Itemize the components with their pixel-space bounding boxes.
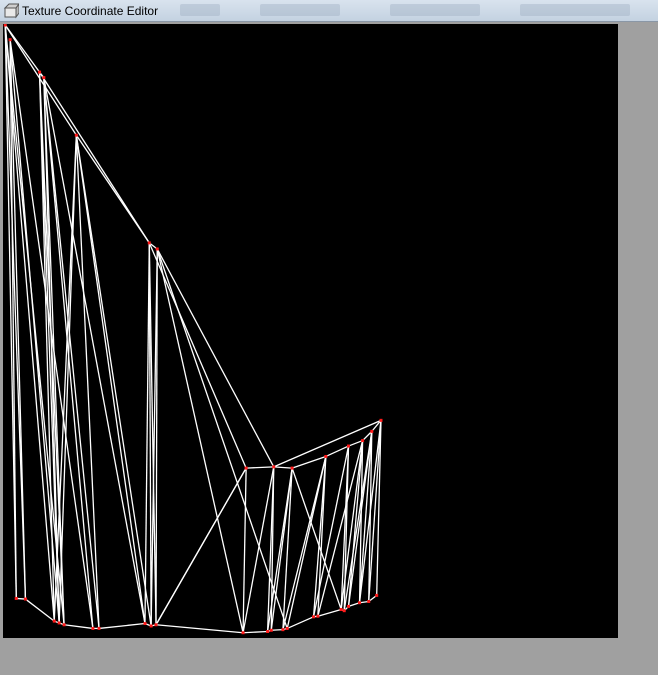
mesh-edge	[246, 466, 274, 469]
uv-vertex[interactable]	[285, 626, 289, 630]
uv-vertex[interactable]	[347, 444, 351, 448]
mesh-edge	[325, 445, 349, 458]
uv-canvas[interactable]	[3, 24, 618, 638]
uv-vertex[interactable]	[23, 597, 27, 601]
uv-vertex[interactable]	[154, 623, 158, 627]
background-window-ghost	[180, 4, 220, 16]
uv-vertex[interactable]	[316, 614, 320, 618]
mesh-edge	[282, 468, 293, 630]
uv-vertex[interactable]	[8, 38, 12, 42]
uv-vertex[interactable]	[342, 609, 346, 613]
uv-vertex[interactable]	[379, 418, 383, 422]
uv-mesh-view[interactable]	[3, 24, 618, 638]
uv-vertex[interactable]	[3, 24, 7, 27]
uv-vertex[interactable]	[339, 607, 343, 611]
mesh-edge	[75, 135, 146, 624]
mesh-edge	[4, 24, 65, 625]
mesh-edge	[317, 608, 342, 617]
mesh-edge	[98, 622, 146, 630]
uv-vertex[interactable]	[147, 241, 151, 245]
uv-vertex[interactable]	[272, 465, 276, 469]
window-title: Texture Coordinate Editor	[22, 4, 159, 18]
mesh-edge	[25, 598, 55, 622]
mesh-edge	[156, 248, 275, 468]
mesh-edge	[286, 616, 314, 630]
title-bar[interactable]: Texture Coordinate Editor	[0, 0, 658, 22]
editor-client-area	[0, 22, 658, 675]
mesh-edge	[63, 624, 93, 630]
uv-vertex[interactable]	[266, 629, 270, 633]
uv-vertex[interactable]	[361, 439, 365, 443]
mesh-edges	[4, 24, 382, 634]
uv-vertex[interactable]	[42, 76, 46, 80]
background-window-ghost	[390, 4, 480, 16]
mesh-edge	[271, 629, 283, 631]
mesh-edge	[242, 468, 247, 633]
mesh-edge	[273, 466, 293, 469]
mesh-edge	[156, 248, 288, 629]
uv-vertex[interactable]	[244, 466, 248, 470]
mesh-edge	[286, 456, 327, 629]
background-window-ghost	[260, 4, 340, 16]
mesh-edge	[156, 248, 244, 633]
uv-vertex[interactable]	[290, 466, 294, 470]
uv-vertex[interactable]	[324, 454, 328, 458]
uv-vertex[interactable]	[370, 429, 374, 433]
mesh-edge	[291, 455, 327, 469]
uv-vertex[interactable]	[52, 619, 56, 623]
uv-vertex[interactable]	[97, 626, 101, 630]
uv-vertex[interactable]	[241, 631, 245, 635]
uv-vertex[interactable]	[312, 615, 316, 619]
background-window-ghost	[520, 4, 630, 16]
mesh-edge	[155, 467, 247, 626]
mesh-edge	[348, 439, 363, 447]
mesh-edge	[243, 630, 268, 634]
uv-vertex[interactable]	[74, 133, 78, 137]
uv-vertex[interactable]	[91, 626, 95, 630]
mesh-edge	[144, 242, 150, 624]
uv-vertex[interactable]	[347, 604, 351, 608]
mesh-edge	[348, 602, 360, 608]
mesh-edge	[155, 624, 244, 634]
mesh-edge	[291, 467, 342, 610]
mesh-edge	[273, 419, 382, 468]
uv-vertex[interactable]	[155, 247, 159, 251]
uv-vertex[interactable]	[375, 593, 379, 597]
uv-vertex[interactable]	[367, 600, 371, 604]
uv-vertex[interactable]	[62, 623, 66, 627]
uv-vertex[interactable]	[57, 621, 61, 625]
uv-vertex[interactable]	[38, 70, 42, 74]
uv-vertex[interactable]	[269, 628, 273, 632]
app-icon	[3, 3, 19, 19]
uv-vertex[interactable]	[281, 628, 285, 632]
mesh-edge	[242, 466, 275, 633]
uv-vertex[interactable]	[14, 596, 18, 600]
uv-vertex[interactable]	[149, 624, 153, 628]
uv-vertex[interactable]	[358, 601, 362, 605]
uv-vertex[interactable]	[143, 622, 147, 626]
